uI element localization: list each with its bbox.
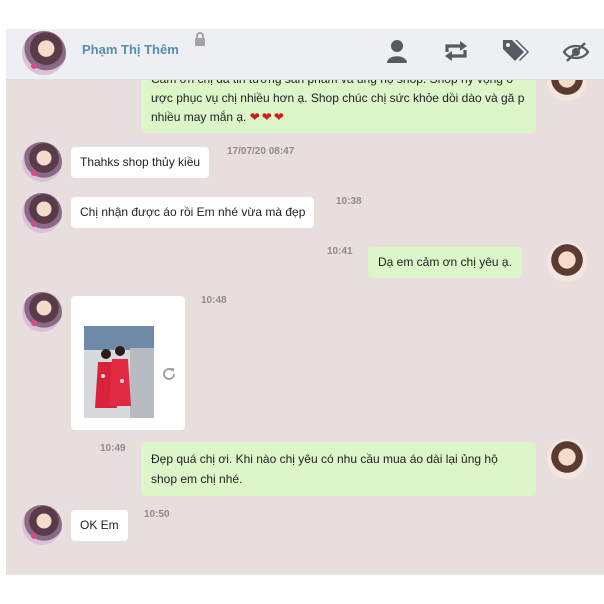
user-icon[interactable] [386,39,408,63]
message-timestamp: 10:50 [144,509,170,520]
message-bubble-customer-2: Chị nhận được áo rồi Em nhé vừa mà đẹp [71,197,315,228]
message-list[interactable]: Cảm ơn chị đã tin tưởng sản phẩm và ủng … [6,32,604,574]
message-timestamp: 10:49 [100,443,126,454]
message-text: Chị nhận được áo rồi Em nhé vừa mà đẹp [80,205,306,219]
avatar-customer[interactable] [22,505,62,545]
message-bubble-customer-1: Thahks shop thủy kiều [71,147,210,178]
hearts-emoji: ❤❤❤ [249,110,286,124]
message-timestamp: 10:41 [327,246,353,257]
repeat-icon[interactable] [442,40,470,62]
photo-thumbnail[interactable] [84,326,154,418]
tags-icon[interactable] [502,39,530,63]
message-text: Dạ em cảm ơn chị yêu ạ. [378,255,512,269]
message-bubble-customer-4: OK Em [71,510,128,541]
avatar-shop[interactable] [547,242,587,282]
avatar-shop[interactable] [547,439,587,479]
message-bubble-shop-2: Dạ em cảm ơn chị yêu ạ. [368,247,522,278]
message-timestamp: 10:38 [336,196,362,207]
chat-header: Phạm Thị Thêm [6,29,604,80]
avatar-customer[interactable] [22,193,62,233]
avatar-customer[interactable] [22,292,62,332]
contact-avatar[interactable] [22,31,66,75]
message-timestamp: 17/07/20 08:47 [227,146,295,157]
message-text: OK Em [80,518,119,532]
lock-icon [195,32,205,46]
image-message-card[interactable] [71,296,185,430]
avatar-customer[interactable] [22,142,62,182]
chat-window: Cảm ơn chị đã tin tưởng sản phẩm và ủng … [3,0,604,604]
message-timestamp: 10:48 [201,295,227,306]
footer-divider [6,573,604,575]
message-text: Thahks shop thủy kiều [80,155,201,169]
retry-icon[interactable] [161,366,177,382]
message-text: Đẹp quá chị ơi. Khi nào chị yêu có nhu c… [151,452,498,486]
contact-name[interactable]: Phạm Thị Thêm [82,42,179,57]
message-bubble-shop-3: Đẹp quá chị ơi. Khi nào chị yêu có nhu c… [141,442,536,496]
eye-slash-icon[interactable] [562,41,590,63]
